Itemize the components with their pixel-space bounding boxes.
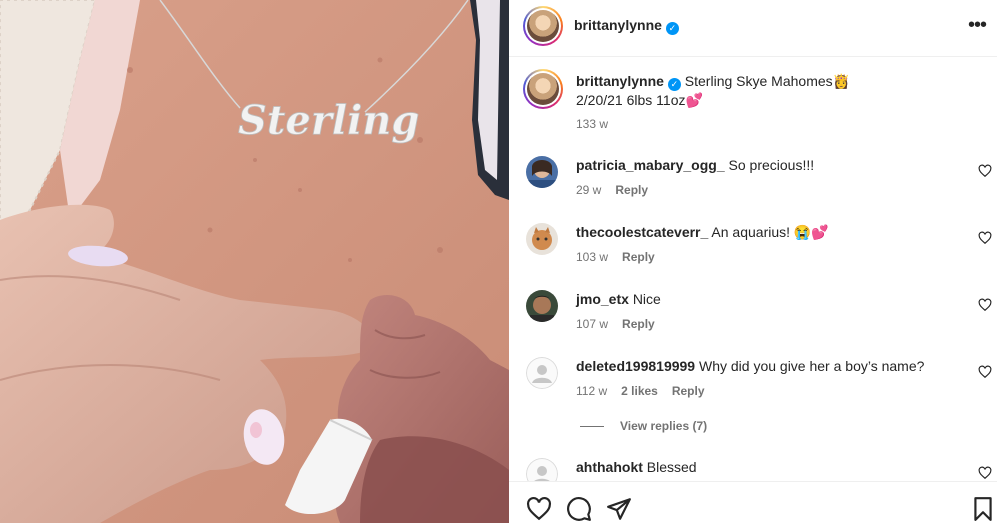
comment-likes[interactable]: 2 likes — [621, 384, 658, 398]
comment-username[interactable]: jmo_etx — [576, 291, 629, 307]
like-comment-heart-icon[interactable] — [978, 231, 992, 245]
comment-text: patricia_mabary_ogg_ So precious!!! — [576, 156, 956, 175]
like-comment-heart-icon[interactable] — [978, 466, 992, 480]
verified-badge-icon: ✓ — [667, 78, 681, 91]
comment-username[interactable]: ahthahokt — [576, 459, 643, 475]
like-comment-heart-icon[interactable] — [978, 164, 992, 178]
default-avatar-icon[interactable] — [526, 458, 558, 481]
comments-list[interactable]: brittanylynne ✓ Sterling Skye Mahomes👸 2/… — [509, 57, 997, 481]
comment-icon[interactable] — [566, 496, 592, 522]
comment-username[interactable]: deleted199819999 — [576, 358, 695, 374]
divider — [580, 426, 604, 428]
commenter-avatar[interactable] — [526, 223, 558, 255]
comment-body: Why did you give her a boy’s name? — [698, 358, 925, 374]
author-name-row: brittanylynne ✓ — [574, 17, 679, 35]
view-replies-button[interactable]: View replies (7) — [580, 419, 707, 433]
caption-time[interactable]: 133 w — [576, 117, 608, 131]
verified-badge-icon: ✓ — [665, 22, 679, 35]
like-comment-heart-icon[interactable] — [978, 365, 992, 379]
comment-body: So precious!!! — [728, 157, 815, 173]
comment-username[interactable]: patricia_mabary_ogg_ — [576, 157, 725, 173]
comment-meta: 107 w Reply — [576, 317, 669, 331]
comment-body: An aquarius! 😭💕 — [711, 224, 829, 240]
caption-line2: 2/20/21 6lbs 11oz💕 — [576, 92, 703, 108]
necklace-text: Sterling — [238, 97, 419, 144]
reply-button[interactable]: Reply — [615, 183, 648, 197]
comment-text: jmo_etx Nice — [576, 290, 956, 309]
post-photo[interactable]: Sterling — [0, 0, 509, 523]
comment-time[interactable]: 29 w — [576, 183, 601, 197]
comment-username[interactable]: thecoolestcateverr_ — [576, 224, 708, 240]
commenter-avatar[interactable] — [526, 290, 558, 322]
author-avatar[interactable] — [523, 6, 563, 46]
comment-meta: 112 w 2 likes Reply — [576, 384, 719, 398]
post-actions-bar — [509, 481, 997, 523]
comment-time[interactable]: 103 w — [576, 250, 608, 264]
bookmark-icon[interactable] — [970, 496, 996, 522]
comment-meta: 103 w Reply — [576, 250, 669, 264]
caption-meta: 133 w — [576, 117, 622, 131]
author-username[interactable]: brittanylynne — [574, 17, 662, 33]
comment-text: deleted199819999 Why did you give her a … — [576, 357, 956, 376]
comment-body: Blessed — [646, 459, 697, 475]
share-icon[interactable] — [606, 496, 632, 522]
view-replies-label: View replies (7) — [620, 419, 708, 433]
heart-icon[interactable] — [526, 496, 552, 522]
reply-button[interactable]: Reply — [622, 317, 655, 331]
like-comment-heart-icon[interactable] — [978, 298, 992, 312]
comment-text: ahthahokt Blessed — [576, 458, 956, 477]
reply-button[interactable]: Reply — [622, 250, 655, 264]
photo-illustration: Sterling — [0, 0, 509, 523]
commenter-avatar[interactable] — [526, 156, 558, 188]
caption-line1: Sterling Skye Mahomes👸 — [684, 73, 851, 89]
comment-time[interactable]: 112 w — [576, 384, 607, 398]
more-options-icon[interactable]: ••• — [965, 14, 989, 38]
post-header: brittanylynne ✓ ••• — [509, 0, 997, 57]
caption-text: brittanylynne ✓ Sterling Skye Mahomes👸 2/… — [576, 72, 956, 110]
caption-username[interactable]: brittanylynne — [576, 73, 664, 89]
comment-body: Nice — [632, 291, 661, 307]
comment-text: thecoolestcateverr_ An aquarius! 😭💕 — [576, 223, 956, 242]
reply-button[interactable]: Reply — [672, 384, 705, 398]
post-sidebar: brittanylynne ✓ ••• brittanylynne ✓ Sterli… — [509, 0, 997, 523]
default-avatar-icon[interactable] — [526, 357, 558, 389]
comment-time[interactable]: 107 w — [576, 317, 608, 331]
caption-avatar[interactable] — [523, 69, 563, 109]
comment-meta: 29 w Reply — [576, 183, 662, 197]
